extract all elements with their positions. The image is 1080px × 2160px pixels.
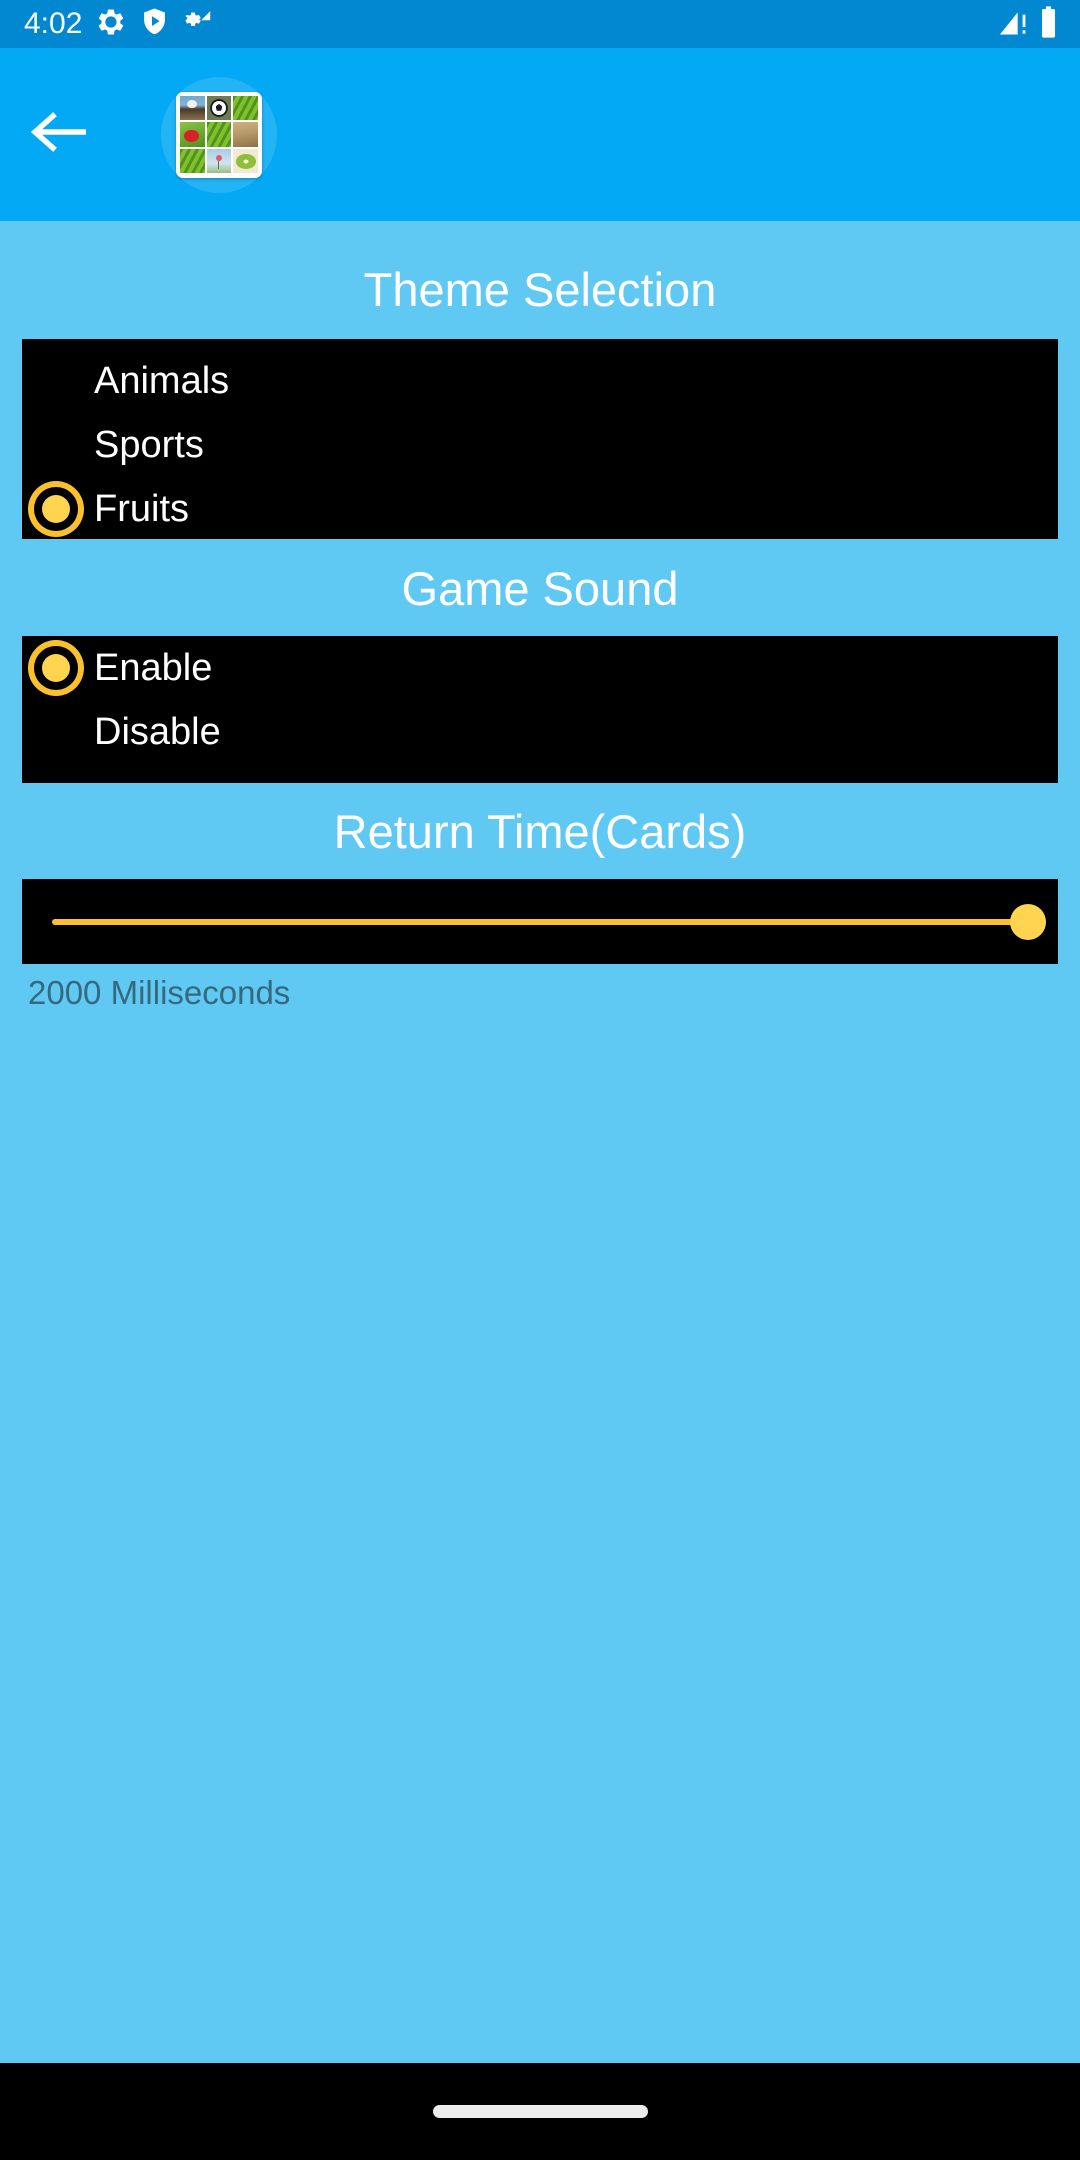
return-time-value-label: 2000 Milliseconds [28,974,291,1011]
icon-tile-eagle [180,95,205,121]
radio-icon-enable[interactable] [28,640,84,696]
theme-option-animals[interactable]: Animals [22,349,1058,413]
sound-section-title: Game Sound [401,562,679,615]
sound-option-enable[interactable]: Enable [22,636,1058,700]
return-time-section-title: Return Time(Cards) [333,805,747,858]
theme-option-label: Animals [94,360,230,402]
return-time-slider-panel [22,879,1058,964]
icon-tile-kiwi [233,148,258,174]
slider-track [52,918,1028,925]
icon-tile-soccer-ball [206,95,232,121]
home-gesture-pill[interactable] [432,2105,648,2118]
radio-icon-sports[interactable] [28,417,84,473]
icon-tile-flower [206,148,232,174]
app-icon-button[interactable] [160,76,278,194]
gear-icon [96,7,126,42]
radio-icon-fruits[interactable] [28,481,84,537]
return-time-slider[interactable] [52,903,1046,940]
sound-option-disable[interactable]: Disable [22,700,1058,764]
sound-option-label: Enable [94,647,213,689]
status-clock: 4:02 [24,7,83,40]
theme-section-title: Theme Selection [363,263,717,316]
status-bar-left: 4:02 [24,7,213,42]
memory-game-grid-icon [176,91,262,178]
shield-play-icon [140,7,169,41]
gear-signal-icon [183,7,213,42]
icon-tile-leaf-3 [180,148,205,174]
theme-radio-group: Animals Sports Fruits [22,339,1058,539]
theme-option-sports[interactable]: Sports [22,413,1058,477]
icon-tile-dog [233,122,258,147]
app-toolbar [0,48,1080,221]
signal-no-service-icon [997,6,1029,43]
status-bar-right [997,5,1058,44]
system-navigation-bar [0,2063,1080,2160]
arrow-left-icon [29,108,91,161]
battery-full-icon [1039,5,1058,44]
status-bar: 4:02 [0,0,1080,48]
sound-radio-group: Enable Disable [22,636,1058,783]
theme-option-fruits[interactable]: Fruits [22,477,1058,541]
settings-content: Theme Selection Animals Sports Fruits Ga… [0,221,1080,2063]
sound-option-label: Disable [94,711,221,753]
icon-tile-leaf-1 [233,95,258,121]
icon-tile-strawberry [180,122,205,147]
theme-option-label: Fruits [94,488,189,530]
slider-thumb[interactable] [1010,903,1046,940]
icon-tile-leaf-2 [206,122,232,147]
back-button[interactable] [24,99,96,171]
radio-icon-disable[interactable] [28,704,84,760]
radio-icon-animals[interactable] [28,353,84,409]
theme-option-label: Sports [94,424,204,466]
